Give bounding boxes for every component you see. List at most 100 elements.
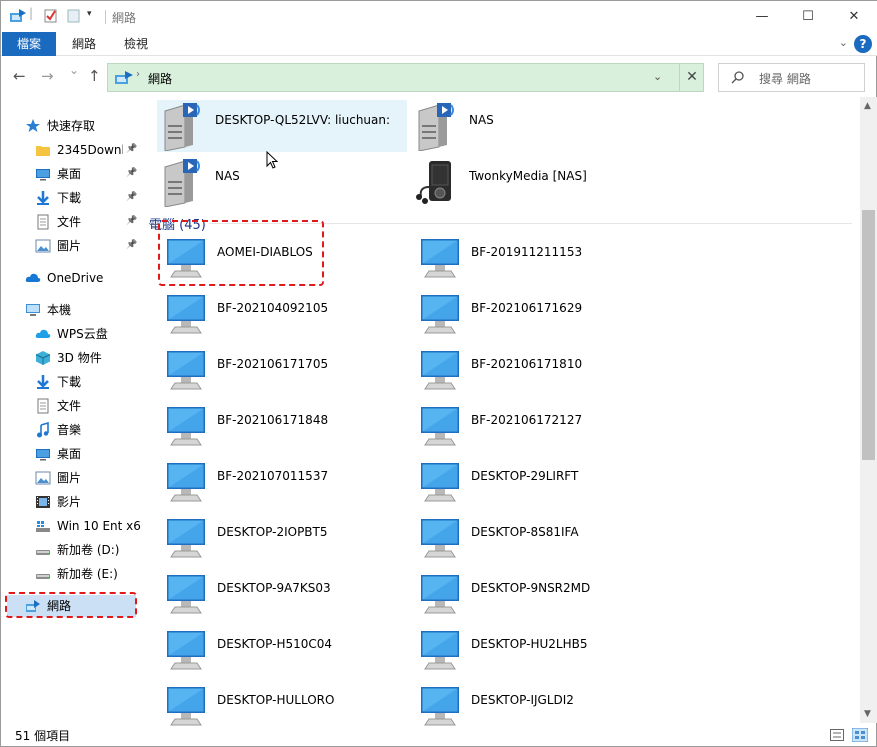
computer-icon [421,407,459,446]
item-name: DESKTOP-9NSR2MD [471,581,591,595]
media-device-item[interactable]: DESKTOP-QL52LVV: liuchuan: [159,101,399,157]
network-icon [10,9,26,22]
picture-icon [35,239,51,253]
sidebar-item-pinned[interactable]: 文件 [35,211,123,233]
customize-quick-access-icon[interactable]: ▾ [87,9,92,19]
address-bar[interactable]: › 網路 ⌄ ✕ [107,63,704,92]
item-name: TwonkyMedia [NAS] [469,169,587,183]
mouse-cursor-icon [266,151,279,169]
computer-item[interactable]: DESKTOP-2IOPBT5 [161,513,401,569]
sidebar-item-pc[interactable]: 下載 [35,371,141,393]
computer-item[interactable]: BF-202106171848 [161,401,401,457]
expand-ribbon-icon[interactable]: ⌄ [839,36,848,49]
computer-item[interactable]: DESKTOP-9A7KS03 [161,569,401,625]
sidebar-item-pinned[interactable]: 2345Downloads [35,139,123,161]
computer-item[interactable]: DESKTOP-HU2LHB5 [415,625,655,681]
minimize-button[interactable]: — [739,1,785,32]
tab-network[interactable]: 網路 [61,32,107,56]
computer-item[interactable]: BF-202107011537 [161,457,401,513]
download-icon [37,375,49,389]
highlight-network [5,592,137,618]
close-button[interactable]: ✕ [831,1,877,32]
computer-item[interactable]: BF-202106171705 [161,345,401,401]
computer-icon [167,575,205,614]
pin-icon: 📌 [126,216,138,226]
computer-item[interactable]: BF-202106172127 [415,401,655,457]
media-device-item[interactable]: NAS [413,101,653,157]
media-server-icon [164,103,200,151]
sidebar-item-pc[interactable]: 影片 [35,491,141,513]
sidebar-item-pinned[interactable]: 下載 [35,187,123,209]
pin-icon: 📌 [126,240,138,250]
computer-item[interactable]: DESKTOP-9NSR2MD [415,569,655,625]
computer-icon [167,687,205,726]
scroll-thumb[interactable] [862,210,875,460]
scroll-up-icon[interactable]: ▲ [864,101,871,111]
forward-button[interactable]: → [41,67,54,85]
item-name: DESKTOP-29LIRFT [471,469,579,483]
item-name: BF-202106172127 [471,413,583,427]
scroll-down-icon[interactable]: ▼ [864,709,871,719]
address-dropdown-icon[interactable]: ⌄ [653,70,662,83]
ribbon-tabs: 檔案 網路 檢視 ⌄ ? [1,32,877,56]
desktop-icon [36,169,50,181]
computer-icon [421,687,459,726]
address-text[interactable]: 網路 [148,70,172,87]
search-input[interactable]: 搜尋 網路 [718,63,865,92]
large-icons-view-icon[interactable] [852,728,868,742]
computer-item[interactable]: BF-202106171810 [415,345,655,401]
music-icon [37,422,49,438]
folder-icon [36,146,50,156]
chevron-right-icon[interactable]: › [136,69,140,80]
help-button[interactable]: ? [854,35,872,53]
computer-item[interactable]: DESKTOP-29LIRFT [415,457,655,513]
sidebar-item-pc[interactable]: 新加卷 (D:) [35,539,141,561]
drive-icon [36,574,50,579]
clear-address-button[interactable]: ✕ [679,64,704,91]
document-icon [37,214,49,230]
sidebar-item-quick-access[interactable]: 快速存取 [25,115,140,137]
sidebar-item-pc[interactable]: 文件 [35,395,141,417]
recent-locations-button[interactable]: ⌄ [69,63,79,77]
item-name: BF-202106171848 [217,413,329,427]
drive-icon [36,550,50,555]
computer-item[interactable]: DESKTOP-H510C04 [161,625,401,681]
pin-icon: 📌 [126,192,138,202]
computer-item[interactable]: BF-201911211153 [415,233,655,289]
computer-item[interactable]: DESKTOP-8S81IFA [415,513,655,569]
vertical-scrollbar[interactable]: ▲ ▼ [860,97,877,723]
tab-file[interactable]: 檔案 [2,32,56,56]
media-device-item[interactable]: TwonkyMedia [NAS] [413,157,653,213]
item-name: DESKTOP-9A7KS03 [217,581,331,595]
back-button[interactable]: ← [13,67,26,85]
item-name: BF-202107011537 [217,469,329,483]
maximize-button[interactable]: ☐ [785,1,831,32]
pin-icon: 📌 [126,144,138,154]
media-player-icon [416,161,451,204]
computer-icon [421,575,459,614]
sidebar-item-pc[interactable]: 3D 物件 [35,347,141,369]
sidebar-item-pc[interactable]: 圖片 [35,467,141,489]
media-server-icon [418,103,454,151]
sidebar-item-onedrive[interactable]: OneDrive [25,267,140,289]
sidebar-item-pc[interactable]: Win 10 Ent x64 [35,515,141,537]
sidebar-item-pc[interactable]: 音樂 [35,419,141,441]
computer-item[interactable]: BF-202106171629 [415,289,655,345]
sidebar-item-pinned[interactable]: 桌面 [35,163,123,185]
computer-icon [167,463,205,502]
properties-icon[interactable] [43,8,59,24]
tab-view[interactable]: 檢視 [113,32,159,56]
sidebar-item-this-pc[interactable]: 本機 [25,299,140,321]
computer-icon [421,631,459,670]
up-button[interactable]: ↑ [88,67,101,85]
computer-item[interactable]: BF-202104092105 [161,289,401,345]
sidebar-item-pc[interactable]: 新加卷 (E:) [35,563,141,585]
sidebar-item-pc[interactable]: WPS云盘 [35,323,141,345]
details-view-icon[interactable] [830,729,844,741]
status-bar: 51 個項目 [1,723,877,747]
new-folder-icon[interactable] [66,8,82,24]
sidebar-item-pinned[interactable]: 圖片 [35,235,123,257]
computer-icon [167,631,205,670]
sidebar-item-pc[interactable]: 桌面 [35,443,141,465]
computer-icon [167,519,205,558]
